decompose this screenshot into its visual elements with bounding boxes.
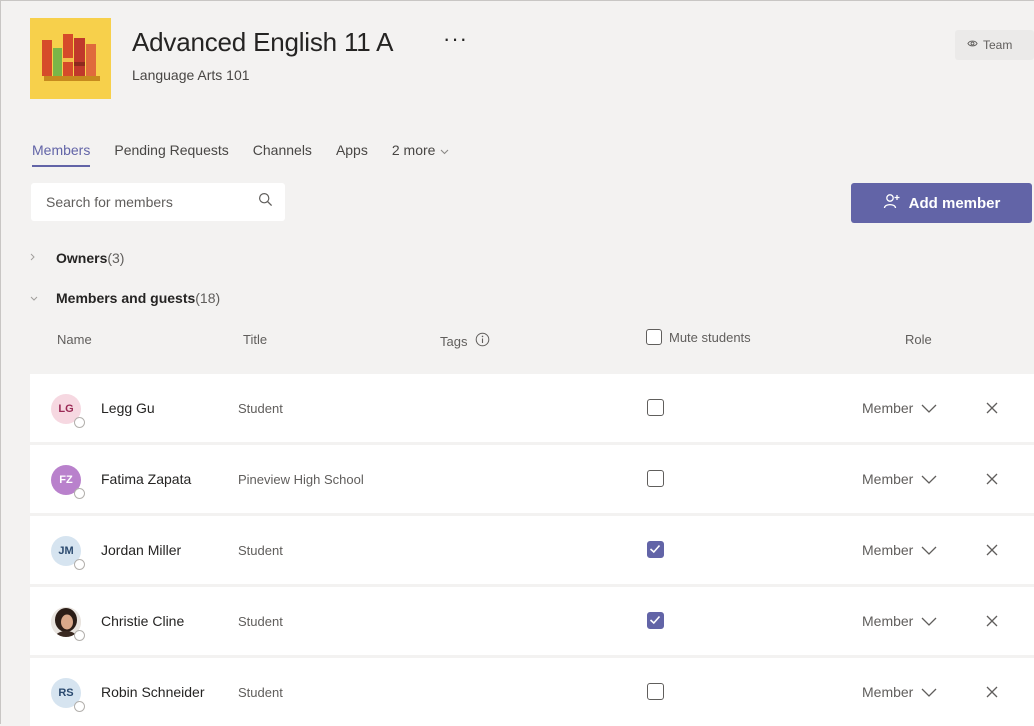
chevron-down-icon: [921, 684, 937, 700]
window-border-top: [0, 0, 1034, 1]
team-logo-books-icon: [30, 18, 111, 99]
tab-channels[interactable]: Channels: [253, 142, 312, 158]
mute-all-checkbox[interactable]: [646, 329, 662, 345]
role-dropdown[interactable]: Member: [862, 471, 937, 487]
avatar[interactable]: RS: [51, 678, 85, 712]
status-unknown-icon: [74, 701, 85, 712]
table-row: LG Legg Gu Student Member: [30, 374, 1034, 442]
close-icon[interactable]: [985, 685, 999, 699]
team-title: Advanced English 11 A: [132, 27, 394, 57]
role-value: Member: [862, 400, 914, 416]
team-button[interactable]: Team: [955, 30, 1034, 60]
column-header-tags: Tags: [440, 332, 490, 350]
member-name[interactable]: Legg Gu: [101, 400, 155, 416]
tab-pending-requests[interactable]: Pending Requests: [114, 142, 228, 158]
role-value: Member: [862, 613, 914, 629]
chevron-down-icon: [921, 542, 937, 558]
members-count: (18): [195, 290, 221, 306]
column-header-mute-label: Mute students: [669, 329, 751, 345]
column-header-title[interactable]: Title: [243, 332, 267, 347]
table-row: RS Robin Schneider Student Member: [30, 658, 1034, 726]
role-value: Member: [862, 684, 914, 700]
search-input[interactable]: Search for members: [31, 183, 285, 221]
close-icon[interactable]: [985, 543, 999, 557]
tab-more[interactable]: 2 more: [392, 142, 450, 158]
column-header-tags-label: Tags: [440, 333, 468, 349]
chevron-down-icon: [30, 293, 40, 304]
avatar[interactable]: JM: [51, 536, 85, 570]
table-row: FZ Fatima Zapata Pineview High School Me…: [30, 445, 1034, 513]
member-name[interactable]: Christie Cline: [101, 613, 184, 629]
role-value: Member: [862, 471, 914, 487]
tab-more-label: 2 more: [391, 142, 436, 158]
column-header-name[interactable]: Name: [57, 332, 92, 347]
column-header-role[interactable]: Role: [905, 332, 932, 347]
search-icon[interactable]: [258, 192, 273, 212]
tab-apps[interactable]: Apps: [336, 142, 368, 158]
role-dropdown[interactable]: Member: [862, 613, 937, 629]
chevron-down-icon: [921, 471, 937, 487]
member-name[interactable]: Jordan Miller: [101, 542, 181, 558]
close-icon[interactable]: [985, 401, 999, 415]
member-title: Pineview High School: [238, 472, 364, 487]
members-section-toggle[interactable]: Members and guests (18): [30, 290, 220, 306]
window-border-left: [0, 0, 1, 724]
avatar[interactable]: LG: [51, 394, 85, 428]
table-row: JM Jordan Miller Student Member: [30, 516, 1034, 584]
search-placeholder: Search for members: [46, 194, 173, 210]
more-options-icon[interactable]: ···: [443, 26, 468, 52]
members-label: Members and guests: [56, 290, 196, 306]
owners-count: (3): [107, 250, 125, 266]
mute-checkbox[interactable]: [647, 541, 664, 558]
status-unknown-icon: [74, 488, 85, 499]
avatar[interactable]: FZ: [51, 465, 85, 499]
member-title: Student: [238, 401, 283, 416]
mute-checkbox[interactable]: [647, 683, 664, 700]
status-unknown-icon: [74, 417, 85, 428]
team-subtitle: Language Arts 101: [132, 67, 250, 83]
avatar[interactable]: [51, 607, 85, 641]
add-member-label: Add member: [908, 194, 1001, 212]
role-dropdown[interactable]: Member: [862, 684, 937, 700]
member-title: Student: [238, 614, 283, 629]
owners-label: Owners: [56, 250, 108, 266]
add-person-icon: [883, 193, 901, 213]
chevron-down-icon: [921, 400, 937, 416]
member-name[interactable]: Robin Schneider: [101, 684, 205, 700]
column-header-mute: Mute students: [646, 329, 751, 345]
mute-checkbox[interactable]: [647, 612, 664, 629]
close-icon[interactable]: [985, 472, 999, 486]
chevron-down-icon: [921, 613, 937, 629]
close-icon[interactable]: [985, 614, 999, 628]
mute-checkbox[interactable]: [647, 470, 664, 487]
eye-icon: [967, 38, 978, 52]
tab-bar: Members Pending Requests Channels Apps 2…: [32, 142, 473, 167]
table-row: Christie Cline Student Member: [30, 587, 1034, 655]
member-title: Student: [238, 685, 283, 700]
owners-section-toggle[interactable]: Owners (3): [30, 250, 124, 266]
chevron-right-icon: [30, 253, 40, 264]
status-unknown-icon: [74, 559, 85, 570]
team-button-label: Team: [983, 38, 1013, 52]
info-icon[interactable]: [475, 332, 490, 350]
add-member-button[interactable]: Add member: [851, 183, 1032, 223]
role-dropdown[interactable]: Member: [862, 400, 937, 416]
member-title: Student: [238, 543, 283, 558]
chevron-down-icon: [440, 142, 449, 158]
role-dropdown[interactable]: Member: [862, 542, 937, 558]
tab-members[interactable]: Members: [32, 142, 91, 167]
status-unknown-icon: [74, 630, 85, 641]
role-value: Member: [862, 542, 914, 558]
member-name[interactable]: Fatima Zapata: [101, 471, 191, 487]
mute-checkbox[interactable]: [647, 399, 664, 416]
